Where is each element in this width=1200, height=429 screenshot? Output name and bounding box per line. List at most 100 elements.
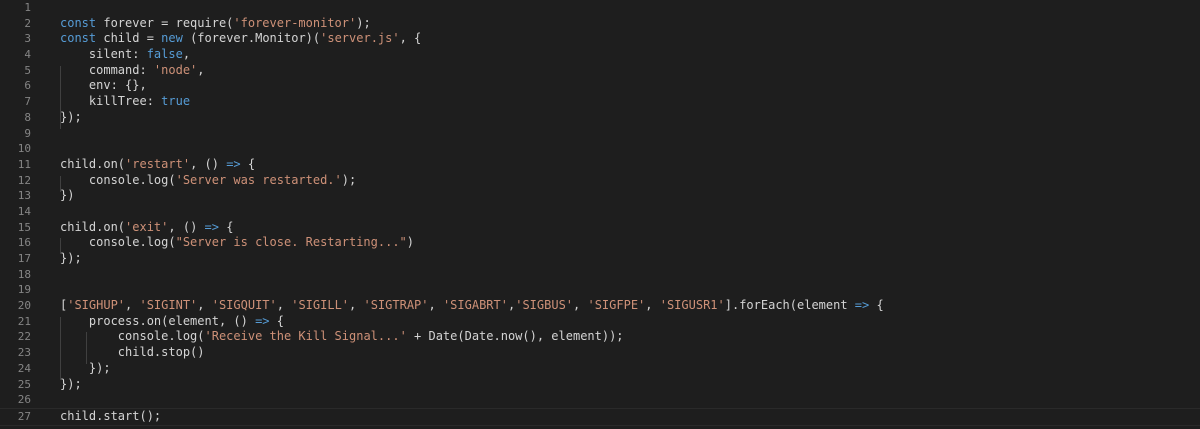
line-number: 12 xyxy=(17,173,31,187)
code-token: ); xyxy=(356,15,371,30)
code-token: }); xyxy=(60,251,82,265)
code-editor[interactable]: 1 2 const forever = require('forever-monit… xyxy=(0,0,1200,429)
line-number: 24 xyxy=(17,361,31,375)
code-line[interactable]: 2 const forever = require('forever-monito… xyxy=(0,16,1200,32)
indent-guide xyxy=(60,317,61,380)
string-token: 'SIGILL' xyxy=(291,298,350,313)
line-number: 17 xyxy=(17,252,31,265)
line-number: 2 xyxy=(24,16,31,30)
line-number: 7 xyxy=(24,95,31,109)
code-token: , xyxy=(125,298,140,313)
code-token: , xyxy=(276,298,292,313)
code-token: child.stop() xyxy=(60,345,205,360)
code-line[interactable]: 24 }); xyxy=(0,361,1200,377)
code-line[interactable]: 3 const child = new (forever.Monitor)('se… xyxy=(0,31,1200,47)
code-token: , xyxy=(182,47,191,62)
code-text: child.on('exit', () => { xyxy=(60,220,233,236)
string-token: 'SIGUSR1' xyxy=(659,298,725,313)
code-line[interactable]: 22 console.log('Receive the Kill Signal.… xyxy=(0,329,1200,345)
code-text: }); xyxy=(60,251,82,267)
code-line[interactable]: 14 xyxy=(0,204,1200,220)
code-text: }) xyxy=(60,188,74,204)
code-token: , xyxy=(645,298,660,313)
code-line[interactable]: 20 ['SIGHUP', 'SIGINT', 'SIGQUIT', 'SIGIL… xyxy=(0,298,1200,314)
code-line[interactable]: 12 console.log('Server was restarted.'); xyxy=(0,173,1200,189)
code-token: { xyxy=(240,156,256,171)
code-token: , xyxy=(197,62,205,77)
line-number: 13 xyxy=(17,189,31,203)
code-token: , xyxy=(573,298,588,313)
string-token: 'forever-monitor' xyxy=(233,15,357,30)
code-line[interactable]: 27 child.start(); xyxy=(0,407,1200,426)
code-token: , xyxy=(197,298,212,313)
keyword-token: new xyxy=(161,31,183,46)
code-line[interactable]: 6 env: {}, xyxy=(0,78,1200,94)
code-line[interactable]: 17}); xyxy=(0,251,1200,267)
line-number: 4 xyxy=(24,48,31,62)
line-number: 18 xyxy=(17,267,31,281)
keyword-token: => xyxy=(226,156,241,171)
line-number: 11 xyxy=(17,157,31,171)
line-number: 3 xyxy=(24,32,31,46)
string-token: 'Receive the Kill Signal...' xyxy=(204,329,407,344)
string-token: 'node' xyxy=(153,62,198,77)
code-token: { xyxy=(269,313,284,328)
keyword-token: false xyxy=(146,47,183,62)
line-number: 10 xyxy=(17,142,31,156)
code-token: (forever.Monitor)( xyxy=(182,31,321,46)
code-text: env: {}, xyxy=(60,78,147,94)
code-token: { xyxy=(218,219,234,234)
code-line[interactable]: 10 xyxy=(0,141,1200,157)
keyword-token: true xyxy=(161,94,191,109)
code-text: console.log("Server is close. Restarting… xyxy=(60,235,414,251)
code-line[interactable]: 21 process.on(element, () => { xyxy=(0,314,1200,330)
code-line[interactable]: 16 console.log("Server is close. Restart… xyxy=(0,235,1200,251)
line-number: 14 xyxy=(17,204,31,218)
code-line[interactable]: 18 xyxy=(0,267,1200,283)
code-token: command: xyxy=(60,62,154,77)
string-token: "Server is close. Restarting..." xyxy=(175,235,407,250)
code-text: }); xyxy=(60,110,82,126)
string-token: 'restart' xyxy=(125,156,191,171)
keyword-token: const xyxy=(60,31,97,46)
code-text: child.on('restart', () => { xyxy=(60,157,255,173)
code-token: console.log( xyxy=(60,329,205,344)
line-number: 1 xyxy=(24,1,31,14)
code-text: }); xyxy=(60,377,82,393)
code-line[interactable]: 4 silent: false, xyxy=(0,47,1200,63)
code-token: console.log( xyxy=(60,235,176,250)
string-token: 'SIGFPE' xyxy=(587,298,646,313)
code-line[interactable]: 5 command: 'node', xyxy=(0,63,1200,79)
string-token: 'exit' xyxy=(125,219,169,234)
line-number: 8 xyxy=(24,110,31,124)
code-token: env: {}, xyxy=(60,78,147,93)
string-token: 'SIGINT' xyxy=(139,298,198,313)
code-line[interactable]: 9 xyxy=(0,126,1200,142)
code-line[interactable]: 26 xyxy=(0,392,1200,408)
code-line[interactable]: 23 child.stop() xyxy=(0,345,1200,361)
code-text: child.start(); xyxy=(60,409,161,425)
code-token: child.on( xyxy=(60,156,126,171)
code-line[interactable]: 8}); xyxy=(0,110,1200,126)
indent-guide xyxy=(60,176,61,192)
line-number: 22 xyxy=(17,330,31,344)
code-line[interactable]: 15 child.on('exit', () => { xyxy=(0,220,1200,236)
line-number: 20 xyxy=(17,299,31,313)
code-line[interactable]: 1 xyxy=(0,0,1200,16)
keyword-token: => xyxy=(204,219,219,234)
line-number: 5 xyxy=(24,63,31,77)
line-number: 6 xyxy=(24,79,31,93)
code-token: killTree: xyxy=(60,94,162,109)
code-text: silent: false, xyxy=(60,47,190,63)
code-line[interactable]: 13}) xyxy=(0,188,1200,204)
code-text: console.log('Receive the Kill Signal...'… xyxy=(60,329,624,345)
code-token: ].forEach(element xyxy=(724,298,855,313)
code-lines: 1 2 const forever = require('forever-monit… xyxy=(0,0,1200,426)
code-line[interactable]: 19 xyxy=(0,282,1200,298)
code-line[interactable]: 25}); xyxy=(0,377,1200,393)
code-line[interactable]: 7 killTree: true xyxy=(0,94,1200,110)
code-token: }); xyxy=(60,376,82,391)
code-token: , () xyxy=(190,156,227,171)
code-token: child = xyxy=(96,31,162,46)
code-line[interactable]: 11 child.on('restart', () => { xyxy=(0,157,1200,173)
